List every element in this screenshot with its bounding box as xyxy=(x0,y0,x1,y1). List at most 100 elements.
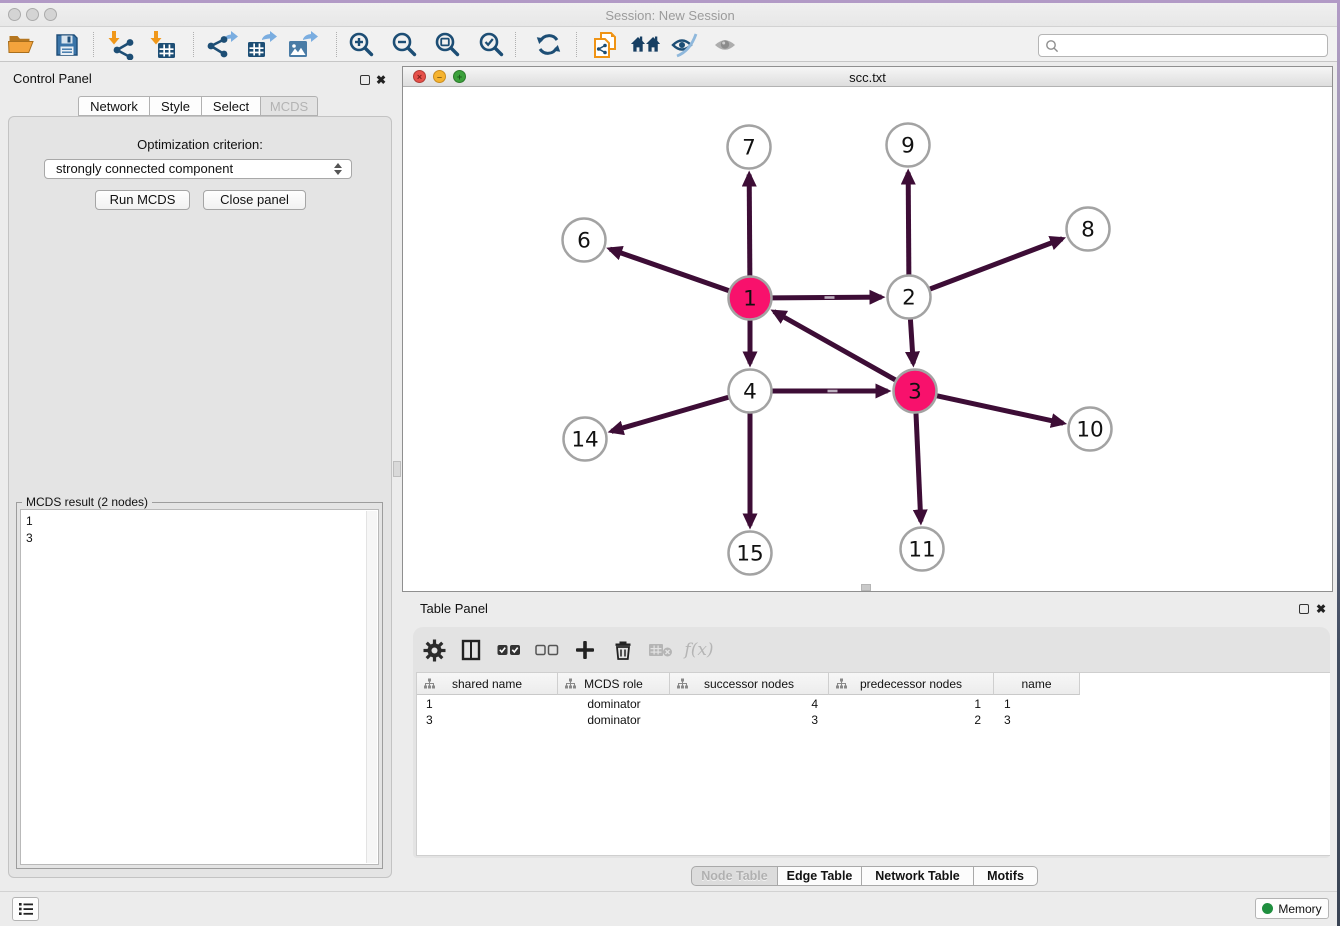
graph-node-label: 7 xyxy=(742,136,756,161)
dropdown-stepper-icon xyxy=(334,163,343,175)
table-row[interactable]: 3dominator323 xyxy=(417,712,1080,728)
table-cell: 2 xyxy=(829,712,994,728)
titlebar: Session: New Session xyxy=(0,3,1340,27)
memory-label: Memory xyxy=(1278,902,1321,916)
table-header-row: shared nameMCDS rolesuccessor nodesprede… xyxy=(417,673,1080,695)
show-columns-icon[interactable] xyxy=(455,634,487,666)
graph-node-label: 15 xyxy=(736,542,763,567)
graph-edge-3-1[interactable] xyxy=(774,312,895,380)
column-header-MCDS-role[interactable]: MCDS role xyxy=(558,673,670,695)
graph-edge-3-11[interactable] xyxy=(916,413,921,521)
delete-table-icon[interactable] xyxy=(645,634,677,666)
table-panel-close-icon[interactable]: ✖ xyxy=(1316,603,1326,615)
network-overview-icon[interactable] xyxy=(630,29,662,61)
control-panel-float-icon[interactable] xyxy=(360,75,370,85)
graph-node-label: 10 xyxy=(1076,418,1103,443)
table-tab-motifs[interactable]: Motifs xyxy=(973,866,1038,886)
graph-node-label: 6 xyxy=(577,229,591,254)
control-tab-mcds[interactable]: MCDS xyxy=(260,96,318,116)
table-cell: dominator xyxy=(558,712,670,728)
table-panel-float-icon[interactable] xyxy=(1299,604,1309,614)
import-table-icon[interactable] xyxy=(146,29,178,61)
save-session-icon[interactable] xyxy=(51,29,83,61)
graph-node-label: 4 xyxy=(743,380,757,405)
run-mcds-button[interactable]: Run MCDS xyxy=(95,190,190,210)
table-tab-edge-table[interactable]: Edge Table xyxy=(777,866,862,886)
column-header-predecessor-nodes[interactable]: predecessor nodes xyxy=(829,673,994,695)
hide-details-icon[interactable] xyxy=(670,29,702,61)
show-details-icon[interactable] xyxy=(711,29,743,61)
table-settings-icon[interactable] xyxy=(418,634,450,666)
network-view-window: × – + scc.txt 7968124314101511 xyxy=(402,66,1333,592)
main-toolbar xyxy=(0,27,1340,62)
delete-column-icon[interactable] xyxy=(607,634,639,666)
column-header-name[interactable]: name xyxy=(994,673,1080,695)
graph-edge-4-14[interactable] xyxy=(611,397,728,431)
control-panel-title: Control Panel xyxy=(13,71,92,86)
horizontal-splitter-handle[interactable] xyxy=(861,584,871,591)
zoom-in-icon[interactable] xyxy=(346,29,378,61)
optimization-criterion-dropdown[interactable]: strongly connected component xyxy=(44,159,352,179)
table-cell: 4 xyxy=(670,696,829,712)
graph-edge-2-9[interactable] xyxy=(908,172,909,274)
refresh-layout-icon[interactable] xyxy=(533,29,565,61)
graph-node-label: 9 xyxy=(901,134,915,159)
control-tab-select[interactable]: Select xyxy=(201,96,261,116)
export-table-icon[interactable] xyxy=(245,29,277,61)
deselect-all-icon[interactable] xyxy=(531,634,563,666)
table-cell: 1 xyxy=(417,696,558,712)
table-panel: f(x) shared nameMCDS rolesuccessor nodes… xyxy=(413,627,1330,858)
list-icon xyxy=(18,902,34,916)
mcds-result-textarea[interactable]: 1 3 xyxy=(20,509,379,865)
control-panel-close-icon[interactable]: ✖ xyxy=(376,74,386,86)
graph-edge-1-6[interactable] xyxy=(610,249,729,291)
export-image-icon[interactable] xyxy=(286,29,318,61)
search-icon xyxy=(1045,39,1059,53)
task-history-button[interactable] xyxy=(12,897,39,921)
edge-label xyxy=(828,390,838,393)
node-table: shared nameMCDS rolesuccessor nodesprede… xyxy=(416,672,1330,856)
graph-edge-1-7[interactable] xyxy=(749,174,750,275)
zoom-out-icon[interactable] xyxy=(389,29,421,61)
export-network-icon[interactable] xyxy=(206,29,238,61)
search-input[interactable] xyxy=(1038,34,1328,57)
table-tab-node-table[interactable]: Node Table xyxy=(691,866,778,886)
control-tab-network[interactable]: Network xyxy=(78,96,150,116)
table-cell: 1 xyxy=(829,696,994,712)
mcds-result-title: MCDS result (2 nodes) xyxy=(22,495,152,509)
add-column-icon[interactable] xyxy=(569,634,601,666)
vertical-splitter-handle[interactable] xyxy=(393,461,401,477)
column-header-shared-name[interactable]: shared name xyxy=(417,673,558,695)
table-cell: 1 xyxy=(994,696,1080,712)
select-all-icon[interactable] xyxy=(493,634,525,666)
graph-edge-2-3[interactable] xyxy=(910,319,913,363)
table-cell: 3 xyxy=(417,712,558,728)
graph-node-label: 8 xyxy=(1081,218,1095,243)
table-cell: 3 xyxy=(994,712,1080,728)
window-title: Session: New Session xyxy=(0,8,1340,23)
graph-node-label: 14 xyxy=(571,428,598,453)
zoom-fit-icon[interactable] xyxy=(432,29,464,61)
zoom-selected-icon[interactable] xyxy=(476,29,508,61)
table-tab-network-table[interactable]: Network Table xyxy=(861,866,974,886)
function-builder-icon[interactable]: f(x) xyxy=(683,634,715,666)
table-panel-tabs: Node TableEdge TableNetwork TableMotifs xyxy=(691,866,1038,886)
graph-edge-3-10[interactable] xyxy=(937,396,1063,423)
table-cell: 3 xyxy=(670,712,829,728)
dropdown-value: strongly connected component xyxy=(56,161,233,176)
control-tab-style[interactable]: Style xyxy=(149,96,202,116)
toolbar-divider xyxy=(336,32,337,57)
memory-status-icon xyxy=(1262,903,1273,914)
open-session-icon[interactable] xyxy=(5,29,37,61)
table-row[interactable]: 1dominator411 xyxy=(417,696,1080,712)
network-graph[interactable]: 7968124314101511 xyxy=(403,88,1332,592)
result-scrollbar[interactable] xyxy=(366,511,377,863)
graph-edge-2-8[interactable] xyxy=(930,239,1062,289)
close-panel-button[interactable]: Close panel xyxy=(203,190,306,210)
memory-button[interactable]: Memory xyxy=(1255,898,1329,919)
column-header-successor-nodes[interactable]: successor nodes xyxy=(670,673,829,695)
toolbar-divider xyxy=(93,32,94,57)
import-network-icon[interactable] xyxy=(104,29,136,61)
graph-node-label: 2 xyxy=(902,286,916,311)
clone-network-icon[interactable] xyxy=(590,29,622,61)
